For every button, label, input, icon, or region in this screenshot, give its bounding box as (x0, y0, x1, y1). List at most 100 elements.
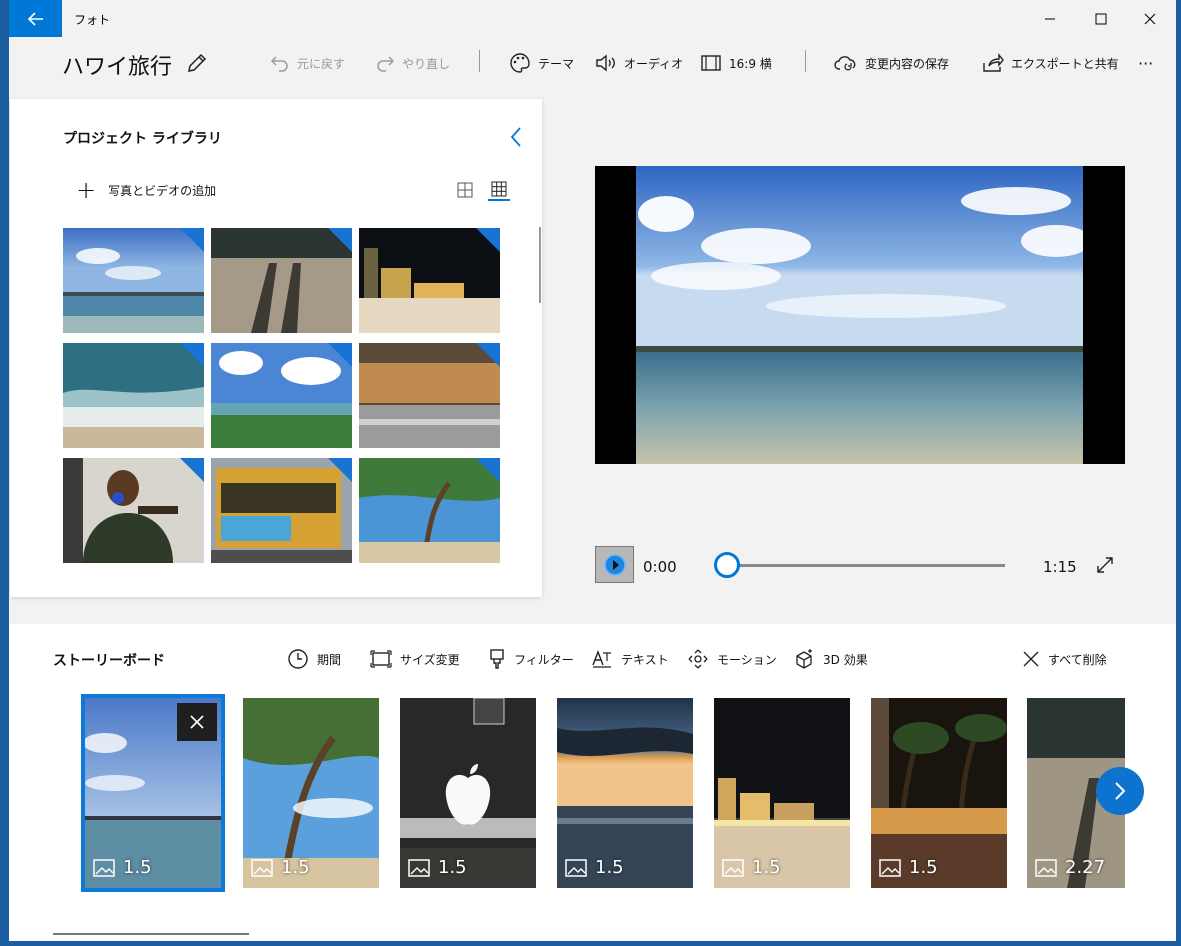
small-grid-view-button[interactable] (488, 179, 510, 201)
preview-image (636, 166, 1083, 464)
storyboard-clip[interactable]: 1.5 (871, 698, 1007, 888)
save-label: 変更内容の保存 (865, 56, 950, 71)
clip-duration: 1.5 (565, 857, 624, 878)
selected-corner-mark (328, 228, 352, 252)
close-icon (1144, 13, 1156, 24)
small-grid-icon (491, 181, 507, 197)
image-icon (93, 858, 115, 877)
selected-corner-mark (180, 458, 204, 482)
cloud-save-icon (834, 56, 856, 71)
redo-button[interactable]: やり直し (375, 51, 450, 75)
seek-bar[interactable] (727, 564, 1005, 567)
aspect-ratio-button[interactable]: 16:9 横 (700, 51, 772, 75)
divider (479, 50, 480, 72)
motion-button[interactable]: モーション (687, 647, 777, 671)
storyboard-clip[interactable]: 1.5 (400, 698, 536, 888)
storyboard-scrollbar[interactable] (53, 933, 249, 935)
library-scrollbar[interactable] (539, 227, 541, 303)
selected-corner-mark (328, 343, 352, 367)
selected-corner-mark (180, 343, 204, 367)
add-photos-videos-button[interactable]: + 写真とビデオの追加 (76, 178, 216, 202)
clip-duration-value: 1.5 (123, 857, 152, 878)
selected-corner-mark (476, 458, 500, 482)
library-thumbnail-beach-sky[interactable] (63, 228, 204, 333)
library-title: プロジェクト ライブラリ (63, 131, 222, 147)
audio-button[interactable]: オーディオ (595, 51, 683, 75)
clip-duration-value: 1.5 (752, 857, 781, 878)
undo-button[interactable]: 元に戻す (270, 51, 345, 75)
aspect-label: 16:9 横 (729, 56, 772, 71)
image-icon (565, 858, 587, 877)
library-thumbnail-palm-beach[interactable] (359, 458, 500, 563)
more-label: ··· (1138, 53, 1154, 73)
current-time: 0:00 (643, 558, 677, 576)
resize-button[interactable]: サイズ変更 (370, 647, 460, 671)
project-title: ハワイ旅行 (62, 55, 173, 80)
brush-icon (490, 649, 504, 669)
library-thumbnail-night-city[interactable] (359, 228, 500, 333)
filter-button[interactable]: フィルター (488, 647, 574, 671)
library-thumbnail-shooting-range[interactable] (63, 458, 204, 563)
storyboard-clip[interactable]: 1.5 (243, 698, 379, 888)
duration-label: 期間 (317, 652, 342, 667)
undo-label: 元に戻す (297, 56, 346, 71)
expand-icon[interactable] (1096, 556, 1114, 574)
clip-duration-value: 1.5 (438, 857, 467, 878)
effects3d-label: 3D 効果 (823, 652, 868, 667)
library-thumbnail-trolley[interactable] (211, 458, 352, 563)
seek-handle[interactable] (714, 552, 740, 578)
storyboard-clip[interactable]: 1.5 (557, 698, 693, 888)
maximize-icon (1095, 13, 1107, 24)
large-grid-view-button[interactable] (454, 179, 476, 201)
remove-clip-button[interactable] (177, 703, 217, 741)
storyboard-title: ストーリーボード (53, 653, 165, 669)
share-icon (983, 53, 1004, 72)
text-button[interactable]: テキスト (591, 647, 669, 671)
chevron-left-icon[interactable] (507, 125, 527, 149)
library-thumbnail-market[interactable] (359, 343, 500, 448)
scroll-right-button[interactable] (1096, 767, 1144, 815)
3d-effects-button[interactable]: 3D 効果 (793, 647, 868, 671)
image-icon (251, 858, 273, 877)
play-icon (603, 553, 626, 576)
theme-button[interactable]: テーマ (509, 51, 574, 75)
maximize-button[interactable] (1078, 0, 1124, 37)
minimize-button[interactable] (1027, 0, 1073, 37)
delete-all-label: すべて削除 (1048, 652, 1107, 667)
storyboard-clip[interactable]: 1.5 (714, 698, 850, 888)
minimize-icon (1045, 18, 1055, 19)
video-preview (595, 166, 1125, 464)
selected-corner-mark (180, 228, 204, 252)
back-arrow-icon (27, 11, 43, 26)
resize-label: サイズ変更 (400, 652, 460, 667)
image-icon (879, 858, 901, 877)
save-changes-button[interactable]: 変更内容の保存 (834, 51, 949, 75)
library-thumbnail-shore-clouds[interactable] (211, 343, 352, 448)
title-bar: フォト (9, 0, 1176, 37)
total-time: 1:15 (1043, 558, 1077, 576)
large-grid-icon (457, 182, 473, 198)
library-thumbnail-waves[interactable] (63, 343, 204, 448)
play-button[interactable] (595, 546, 634, 583)
app-title: フォト (74, 13, 111, 27)
storyboard-clip[interactable]: 1.5 (81, 694, 225, 892)
theme-label: テーマ (538, 56, 575, 71)
clip-duration-value: 2.27 (1065, 857, 1106, 878)
back-button[interactable] (9, 0, 62, 37)
export-label: エクスポートと共有 (1011, 56, 1119, 71)
motion-label: モーション (717, 652, 777, 667)
project-library-panel: プロジェクト ライブラリ + 写真とビデオの追加 (10, 99, 542, 597)
selected-corner-mark (476, 228, 500, 252)
more-button[interactable]: ··· (1138, 51, 1153, 75)
clip-duration: 2.27 (1035, 857, 1105, 878)
audio-label: オーディオ (624, 56, 684, 71)
export-share-button[interactable]: エクスポートと共有 (982, 51, 1119, 75)
library-thumbnail-shadow-sand[interactable] (211, 228, 352, 333)
clip-duration-value: 1.5 (595, 857, 624, 878)
close-window-button[interactable] (1127, 0, 1173, 37)
cube-sparkle-icon (796, 649, 812, 669)
duration-button[interactable]: 期間 (287, 647, 341, 671)
pencil-icon[interactable] (185, 51, 209, 75)
redo-label: やり直し (402, 56, 451, 71)
delete-all-button[interactable]: すべて削除 (1022, 647, 1107, 671)
